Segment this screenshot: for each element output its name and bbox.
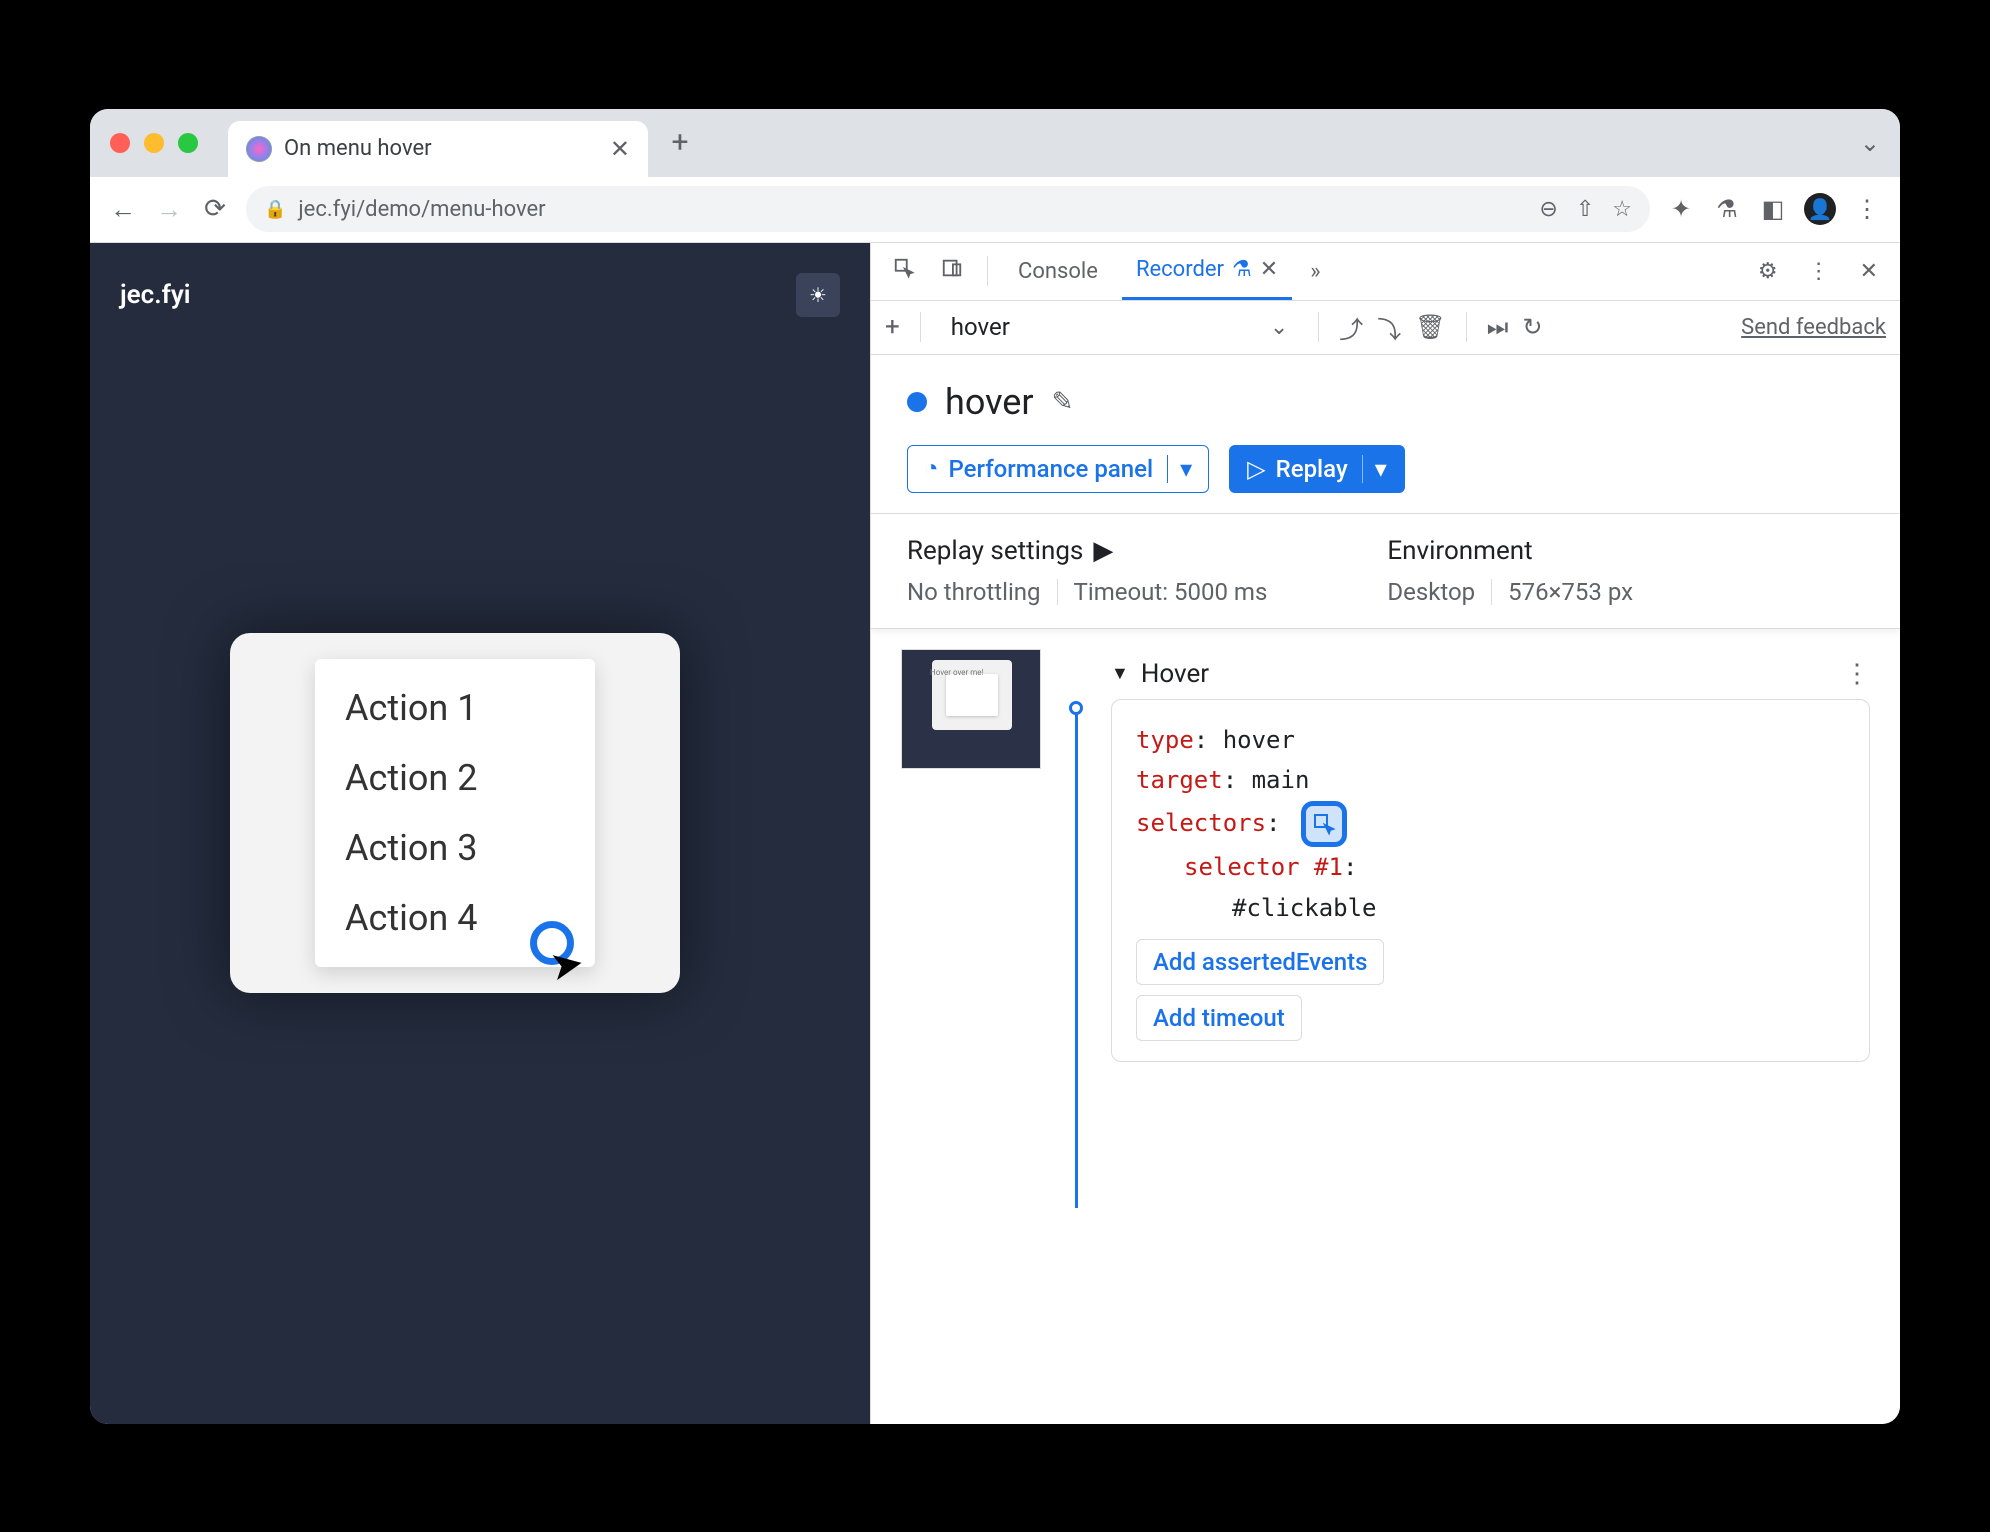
- step-header[interactable]: ▼ Hover ⋮: [1111, 649, 1870, 699]
- tab-overflow-icon[interactable]: ⌄: [1860, 129, 1880, 157]
- address-bar: ← → ⟳ 🔒 jec.fyi/demo/menu-hover ⊖ ⇧ ☆ ✦ …: [90, 177, 1900, 243]
- throttling-value: No throttling: [907, 578, 1041, 606]
- new-tab-button[interactable]: +: [660, 125, 700, 160]
- selector-value[interactable]: #clickable: [1232, 894, 1377, 922]
- export-icon[interactable]: ⤴: [1339, 310, 1363, 345]
- forward-button[interactable]: →: [154, 194, 184, 225]
- chevron-right-icon: ▶: [1093, 536, 1113, 566]
- inspect-element-icon[interactable]: [885, 257, 923, 285]
- tab-recorder[interactable]: Recorder ⚗ ✕: [1122, 243, 1292, 301]
- timeline-node-icon: [1069, 701, 1083, 715]
- url-text: jec.fyi/demo/menu-hover: [298, 197, 545, 222]
- share-icon[interactable]: ⇧: [1576, 197, 1594, 222]
- browser-window: On menu hover ✕ + ⌄ ← → ⟳ 🔒 jec.fyi/demo…: [90, 109, 1900, 1424]
- timeline: [1061, 649, 1091, 1208]
- gauge-icon: ◔: [924, 454, 939, 483]
- hover-card[interactable]: Hover over me! Action 1 Action 2 Action …: [230, 633, 680, 993]
- send-feedback-link[interactable]: Send feedback: [1741, 315, 1886, 340]
- theme-toggle-button[interactable]: ☀: [796, 273, 840, 317]
- profile-avatar[interactable]: 👤: [1804, 193, 1836, 225]
- back-button[interactable]: ←: [108, 194, 138, 225]
- more-tabs-icon[interactable]: »: [1302, 259, 1328, 284]
- chevron-down-icon: ⌄: [1270, 315, 1288, 340]
- zoom-icon[interactable]: ⊖: [1539, 197, 1557, 222]
- timeout-value: Timeout: 5000 ms: [1074, 578, 1268, 606]
- lock-icon: 🔒: [264, 199, 286, 220]
- pick-selector-button[interactable]: [1301, 801, 1347, 847]
- delete-icon[interactable]: 🗑: [1415, 313, 1445, 341]
- add-timeout-button[interactable]: Add timeout: [1136, 995, 1302, 1041]
- replay-button[interactable]: ▷ Replay ▾: [1229, 445, 1405, 493]
- step-screenshot-thumbnail[interactable]: Hover over me!: [901, 649, 1041, 769]
- performance-panel-button[interactable]: ◔ Performance panel ▾: [907, 445, 1209, 493]
- replay-settings-row: Replay settings ▶ No throttling Timeout:…: [871, 513, 1900, 629]
- device-value: Desktop: [1387, 578, 1475, 606]
- content-area: jec.fyi ☀ Hover over me! Action 1 Action…: [90, 243, 1900, 1424]
- edit-title-icon[interactable]: ✎: [1052, 387, 1074, 417]
- step-hover: ▼ Hover ⋮ type: hover target: main selec…: [1111, 649, 1870, 1062]
- site-title: jec.fyi: [120, 280, 190, 310]
- close-tab-icon[interactable]: ✕: [610, 135, 630, 163]
- minimize-window-button[interactable]: [144, 133, 164, 153]
- recorder-body: hover ✎ ◔ Performance panel ▾ ▷ Replay ▾: [871, 355, 1900, 1424]
- maximize-window-button[interactable]: [178, 133, 198, 153]
- kebab-menu-icon[interactable]: ⋮: [1800, 259, 1838, 284]
- close-devtools-icon[interactable]: ✕: [1852, 259, 1886, 284]
- chevron-down-icon[interactable]: ▾: [1167, 455, 1192, 483]
- step-details: type: hover target: main selectors: sele…: [1111, 699, 1870, 1062]
- replay-settings-toggle[interactable]: Replay settings ▶: [907, 536, 1267, 566]
- recording-selector[interactable]: hover ⌄: [941, 313, 1299, 341]
- menu-item[interactable]: Action 2: [315, 743, 595, 813]
- recorder-toolbar: + hover ⌄ ⤴ ⤵ 🗑 ⏭ ↻ Send feedback: [871, 301, 1900, 355]
- viewport-value: 576×753 px: [1508, 578, 1633, 606]
- extensions-icon[interactable]: ✦: [1666, 195, 1696, 223]
- devtools-panel: Console Recorder ⚗ ✕ » ⚙ ⋮ ✕ + hover: [870, 243, 1900, 1424]
- close-tab-icon[interactable]: ✕: [1260, 257, 1278, 282]
- settings-icon[interactable]: ⚙: [1750, 259, 1786, 284]
- close-window-button[interactable]: [110, 133, 130, 153]
- step-play-icon[interactable]: ⏭: [1487, 313, 1509, 341]
- tab-title: On menu hover: [284, 136, 432, 161]
- device-toolbar-icon[interactable]: [933, 257, 971, 285]
- window-controls: [110, 133, 198, 153]
- tab-bar: On menu hover ✕ + ⌄: [90, 109, 1900, 177]
- chevron-down-icon[interactable]: ▾: [1362, 455, 1387, 483]
- reload-button[interactable]: ⟳: [200, 194, 230, 224]
- url-input[interactable]: 🔒 jec.fyi/demo/menu-hover ⊖ ⇧ ☆: [246, 186, 1650, 232]
- menu-item[interactable]: Action 1: [315, 673, 595, 743]
- browser-menu-icon[interactable]: ⋮: [1852, 195, 1882, 223]
- recording-status-dot: [907, 392, 927, 412]
- selector-label: selector #1: [1184, 853, 1343, 881]
- flask-icon: ⚗: [1232, 257, 1252, 282]
- menu-item[interactable]: Action 3: [315, 813, 595, 883]
- recording-title: hover: [945, 381, 1034, 423]
- new-recording-button[interactable]: +: [885, 312, 900, 342]
- side-panel-icon[interactable]: ◧: [1758, 195, 1788, 223]
- collapse-icon: ▼: [1111, 663, 1129, 684]
- play-icon: ▷: [1247, 455, 1265, 483]
- webpage: jec.fyi ☀ Hover over me! Action 1 Action…: [90, 243, 870, 1424]
- slow-replay-icon[interactable]: ↻: [1522, 313, 1542, 341]
- import-icon[interactable]: ⤵: [1377, 310, 1401, 345]
- environment-heading: Environment: [1387, 536, 1633, 566]
- add-asserted-events-button[interactable]: Add assertedEvents: [1136, 939, 1384, 985]
- bookmark-icon[interactable]: ☆: [1612, 197, 1632, 222]
- tab-console[interactable]: Console: [1004, 243, 1112, 301]
- step-menu-icon[interactable]: ⋮: [1844, 659, 1870, 689]
- browser-tab[interactable]: On menu hover ✕: [228, 121, 648, 177]
- favicon-icon: [246, 136, 272, 162]
- devtools-tab-bar: Console Recorder ⚗ ✕ » ⚙ ⋮ ✕: [871, 243, 1900, 301]
- labs-icon[interactable]: ⚗: [1712, 195, 1742, 223]
